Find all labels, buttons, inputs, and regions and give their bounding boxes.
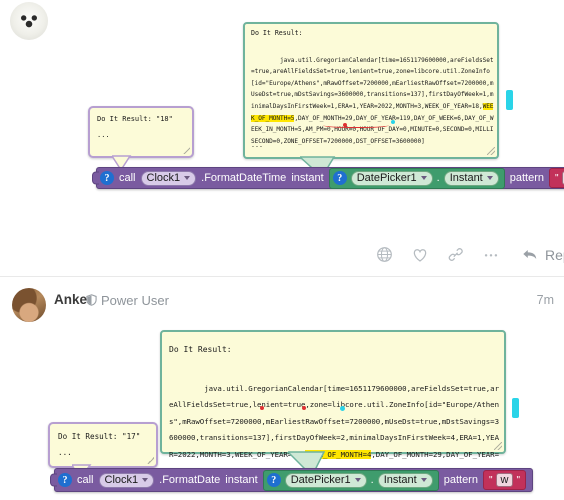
- chevron-down-icon: [354, 478, 361, 482]
- arg-label-instant: instant: [291, 172, 324, 184]
- socket-text-pattern[interactable]: " w ": [482, 470, 527, 490]
- inner-warning-icon[interactable]: ?: [266, 473, 281, 487]
- socket-datepicker-instant[interactable]: ? DatePicker1 . Instant: [262, 469, 439, 491]
- do-it-result-note[interactable]: Do It Result: java.util.GregorianCalenda…: [243, 22, 499, 159]
- like-button[interactable]: [411, 246, 429, 263]
- method-label: .FormatDate: [159, 474, 221, 486]
- call-label: call: [77, 474, 94, 486]
- inner-component-name: DatePicker1: [356, 172, 417, 184]
- arg-label-instant: instant: [225, 474, 258, 486]
- annotation-dot-red: [343, 123, 347, 127]
- chevron-down-icon: [420, 478, 427, 482]
- block-left-notch: [50, 473, 57, 487]
- avatar[interactable]: [12, 288, 46, 322]
- do-it-tooltip[interactable]: Do It Result: "18" ...: [88, 106, 194, 158]
- username[interactable]: Anke: [54, 292, 87, 307]
- socket-text-pattern[interactable]: " w ": [549, 168, 564, 188]
- reply-arrow-icon: [523, 250, 537, 259]
- tooltip-text: Do It Result: "18": [97, 115, 173, 123]
- do-it-tooltip[interactable]: Do It Result: "17" ...: [48, 422, 158, 468]
- post-divider: [0, 276, 564, 277]
- annotation-dot-red: [260, 406, 264, 410]
- note-body-part1: java.util.GregorianCalendar[time=1651179…: [169, 383, 499, 459]
- selection-marker: [506, 90, 513, 110]
- more-options-button[interactable]: [482, 246, 500, 263]
- user-title: Power User: [101, 293, 169, 308]
- property-dropdown-instant[interactable]: Instant: [377, 472, 433, 488]
- annotation-underline: [323, 121, 389, 128]
- arg-label-pattern: pattern: [509, 172, 544, 184]
- shield-icon: [86, 294, 97, 306]
- chevron-down-icon: [184, 176, 191, 180]
- note-title: Do It Result:: [251, 29, 303, 37]
- inner-property-name: Instant: [449, 172, 483, 184]
- component-dropdown-clock1[interactable]: Clock1: [140, 170, 197, 186]
- ellipsis-icon: [484, 254, 498, 257]
- note-dots: ...: [251, 141, 263, 149]
- component-dropdown-datepicker1[interactable]: DatePicker1: [284, 472, 367, 488]
- note-resize-handle[interactable]: [494, 442, 502, 450]
- call-label: call: [119, 172, 136, 184]
- socket-datepicker-instant[interactable]: ? DatePicker1 . Instant: [328, 167, 505, 189]
- property-dropdown-instant[interactable]: Instant: [443, 170, 499, 186]
- timestamp[interactable]: 7m: [537, 293, 554, 307]
- forum-thread-screenshot: Do It Result: java.util.GregorianCalenda…: [0, 0, 564, 500]
- globe-button[interactable]: [376, 246, 393, 263]
- block-formatdatetime[interactable]: ? call Clock1 .FormatDateTime instant ? …: [92, 167, 564, 189]
- link-icon: [448, 248, 463, 261]
- warning-icon[interactable]: ?: [100, 171, 114, 185]
- tooltip-resize-handle[interactable]: [183, 147, 190, 154]
- block-formatdate[interactable]: ? call Clock1 .FormatDate instant ? Date…: [50, 468, 534, 492]
- property-dot: .: [436, 172, 440, 184]
- method-label: .FormatDateTime: [201, 172, 287, 184]
- component-dropdown-datepicker1[interactable]: DatePicker1: [350, 170, 433, 186]
- inner-warning-icon[interactable]: ?: [332, 171, 347, 185]
- tooltip-resize-handle[interactable]: [147, 457, 154, 464]
- inner-property-name: Instant: [383, 474, 417, 486]
- component-dropdown-clock1[interactable]: Clock1: [98, 472, 155, 488]
- tooltip-dots: ...: [97, 131, 110, 139]
- text-caret: [391, 120, 395, 124]
- inner-component-name: DatePicker1: [290, 474, 351, 486]
- pattern-text-field[interactable]: w: [495, 473, 514, 487]
- selection-marker: [512, 398, 519, 418]
- heart-icon: [413, 249, 427, 262]
- note-body-part1: java.util.GregorianCalendar[time=1651179…: [251, 56, 494, 110]
- chevron-down-icon: [486, 176, 493, 180]
- tooltip-text: Do It Result: "17": [58, 432, 141, 441]
- reply-label: Reply: [545, 246, 564, 263]
- post-action-bar: Reply: [376, 246, 564, 263]
- component-name: Clock1: [146, 172, 181, 184]
- copy-link-button[interactable]: [447, 246, 464, 263]
- do-it-result-note[interactable]: Do It Result: java.util.GregorianCalenda…: [160, 330, 506, 492]
- note-resize-handle[interactable]: [487, 147, 495, 155]
- chevron-down-icon: [142, 478, 149, 482]
- tooltip-dots: ...: [58, 448, 72, 457]
- warning-icon[interactable]: ?: [58, 473, 72, 487]
- arg-label-pattern: pattern: [443, 474, 478, 486]
- chevron-down-icon: [420, 176, 427, 180]
- annotation-dot-red-2: [302, 406, 306, 410]
- avatar[interactable]: [10, 2, 48, 40]
- globe-icon: [377, 247, 392, 262]
- reply-button[interactable]: Reply: [522, 247, 564, 263]
- close-quote: ": [516, 474, 521, 486]
- text-caret: [340, 406, 345, 411]
- open-quote: ": [488, 474, 493, 486]
- note-title: Do It Result:: [169, 345, 232, 354]
- note-body: java.util.GregorianCalendar[time=1651179…: [251, 43, 495, 159]
- open-quote: ": [555, 172, 559, 184]
- block-left-notch: [92, 171, 99, 185]
- property-dot: .: [370, 474, 374, 486]
- component-name: Clock1: [104, 474, 139, 486]
